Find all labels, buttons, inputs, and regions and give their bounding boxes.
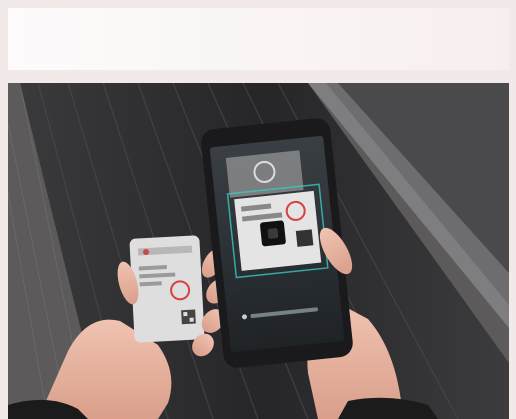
top-banner (8, 8, 509, 70)
card-qr-code (181, 309, 196, 325)
scan-photo (8, 83, 509, 419)
scanned-qr-code (295, 229, 314, 247)
photo-illustration (8, 83, 509, 419)
